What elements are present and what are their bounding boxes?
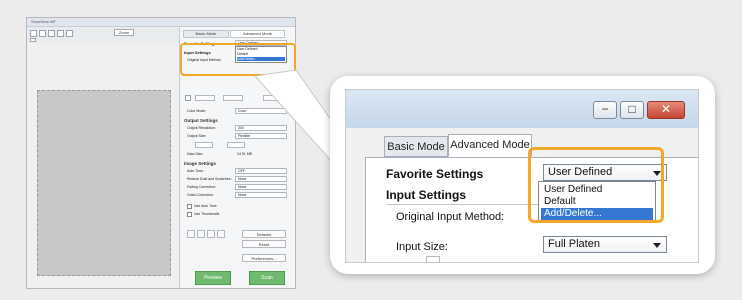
- callout-highlight-box: [528, 147, 664, 223]
- chevron-down-icon: [653, 243, 661, 248]
- input-size-label: Input Size:: [396, 241, 448, 253]
- minimize-icon[interactable]: −: [593, 101, 617, 119]
- input-settings-label: Input Settings: [386, 188, 466, 202]
- original-input-method-label: Original Input Method:: [396, 211, 505, 223]
- divider: [386, 204, 546, 205]
- maximize-icon[interactable]: □: [620, 101, 644, 119]
- tab-basic-mode[interactable]: Basic Mode: [384, 136, 448, 157]
- input-size-value: Full Platen: [548, 238, 600, 250]
- lock-ratio-icon[interactable]: [426, 256, 440, 262]
- input-size-select[interactable]: Full Platen: [543, 236, 667, 253]
- favorite-settings-label: Favorite Settings: [386, 167, 484, 181]
- tab-advanced-mode[interactable]: Advanced Mode: [448, 134, 532, 157]
- close-icon[interactable]: ✕: [647, 101, 685, 119]
- zoomed-title-bar: − □ ✕: [346, 90, 698, 128]
